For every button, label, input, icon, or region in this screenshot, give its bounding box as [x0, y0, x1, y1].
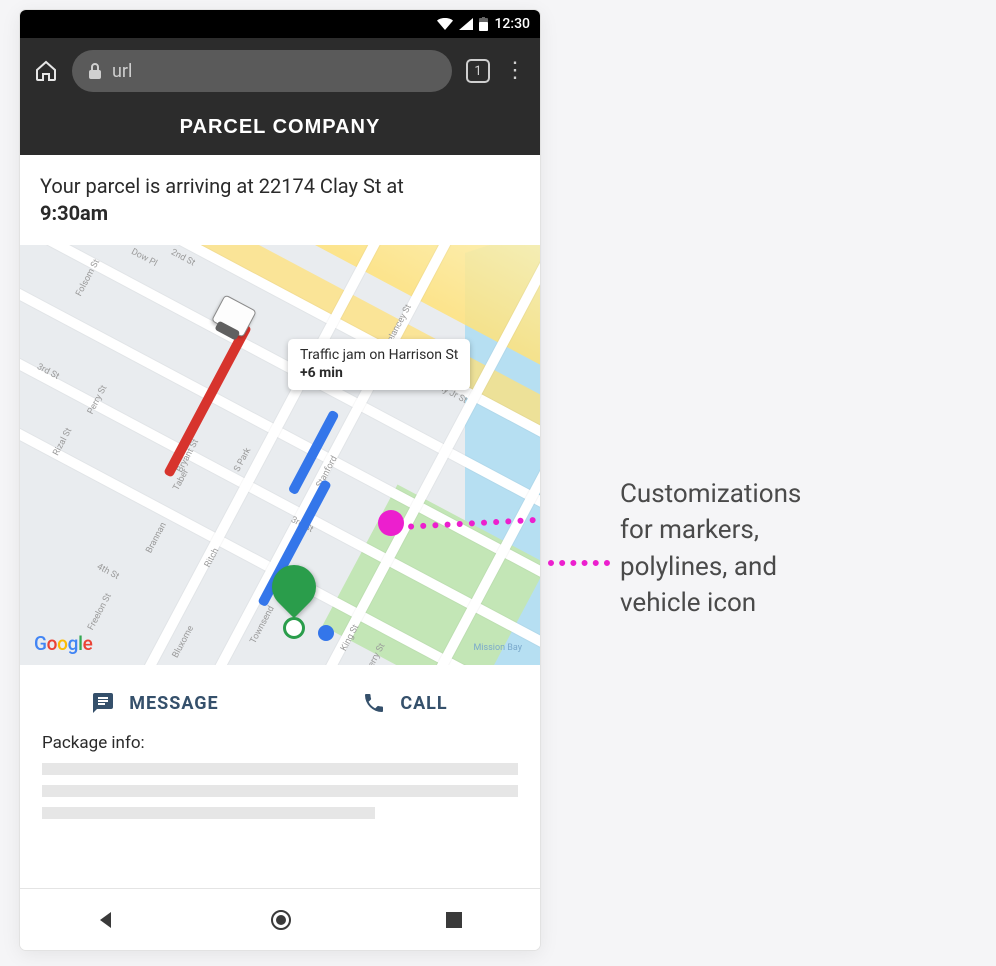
status-time: 12:30: [494, 16, 530, 32]
annotation-line: for markers,: [620, 512, 801, 548]
tab-count-value: 1: [474, 64, 481, 79]
street-label: 4th St: [95, 562, 120, 582]
annotation-line: vehicle icon: [620, 585, 801, 621]
map-attribution: Google: [34, 632, 93, 655]
message-icon: [91, 691, 115, 715]
cell-signal-icon: [459, 18, 473, 30]
destination-ring: [283, 617, 305, 639]
street-label: Brannan: [144, 521, 168, 555]
wifi-icon: [437, 18, 453, 30]
url-bar[interactable]: url: [72, 50, 452, 92]
route-segment-traffic: [163, 323, 252, 478]
annotation-text: Customizations for markers, polylines, a…: [620, 476, 801, 622]
lock-icon: [88, 63, 102, 79]
package-info-section: Package info:: [20, 729, 540, 829]
nav-back-icon[interactable]: [97, 910, 117, 930]
home-icon[interactable]: [34, 59, 58, 83]
brand-title: PARCEL COMPANY: [180, 116, 381, 138]
vehicle-marker[interactable]: [211, 294, 257, 337]
area-label: Mission Bay: [473, 643, 522, 653]
message-label: MESSAGE: [129, 693, 218, 714]
android-nav-bar: [20, 888, 540, 950]
skeleton-line: [42, 807, 375, 819]
traffic-info-card[interactable]: Traffic jam on Harrison St +6 min: [288, 339, 470, 390]
tab-count[interactable]: 1: [466, 59, 490, 83]
annotation-line: polylines, and: [620, 549, 801, 585]
phone-mockup: 12:30 url 1 ⋮ PARCEL COMPANY Your parc: [20, 10, 540, 950]
status-bar: 12:30: [20, 10, 540, 38]
arrival-line1: Your parcel is arriving at 22174 Clay St…: [40, 174, 404, 198]
traffic-line1: Traffic jam on Harrison St: [300, 347, 458, 365]
traffic-delay: +6 min: [300, 365, 343, 381]
action-row: MESSAGE CALL: [20, 665, 540, 729]
callout-dot-icon: [378, 510, 404, 536]
nav-recent-icon[interactable]: [445, 911, 463, 929]
tracking-map[interactable]: Folsom St Dow Pl 2nd St 3rd St Rizal St …: [20, 245, 540, 665]
location-dot: [318, 625, 334, 641]
url-text: url: [112, 61, 132, 82]
callout-line-icon: [548, 560, 610, 566]
arrival-message: Your parcel is arriving at 22174 Clay St…: [20, 155, 540, 245]
phone-icon: [362, 691, 386, 715]
call-button[interactable]: CALL: [280, 691, 530, 715]
browser-toolbar: url 1 ⋮: [20, 38, 540, 104]
call-label: CALL: [400, 693, 447, 714]
street-label: Dow Pl: [129, 247, 158, 269]
arrival-time: 9:30am: [40, 201, 108, 225]
nav-home-icon[interactable]: [270, 909, 292, 931]
skeleton-line: [42, 785, 518, 797]
skeleton-line: [42, 763, 518, 775]
annotation-line: Customizations: [620, 476, 801, 512]
battery-icon: [479, 17, 488, 31]
message-button[interactable]: MESSAGE: [30, 691, 280, 715]
street-label: Freelon St: [86, 592, 114, 632]
brand-header: PARCEL COMPANY: [20, 104, 540, 155]
package-info-label: Package info:: [42, 733, 518, 753]
